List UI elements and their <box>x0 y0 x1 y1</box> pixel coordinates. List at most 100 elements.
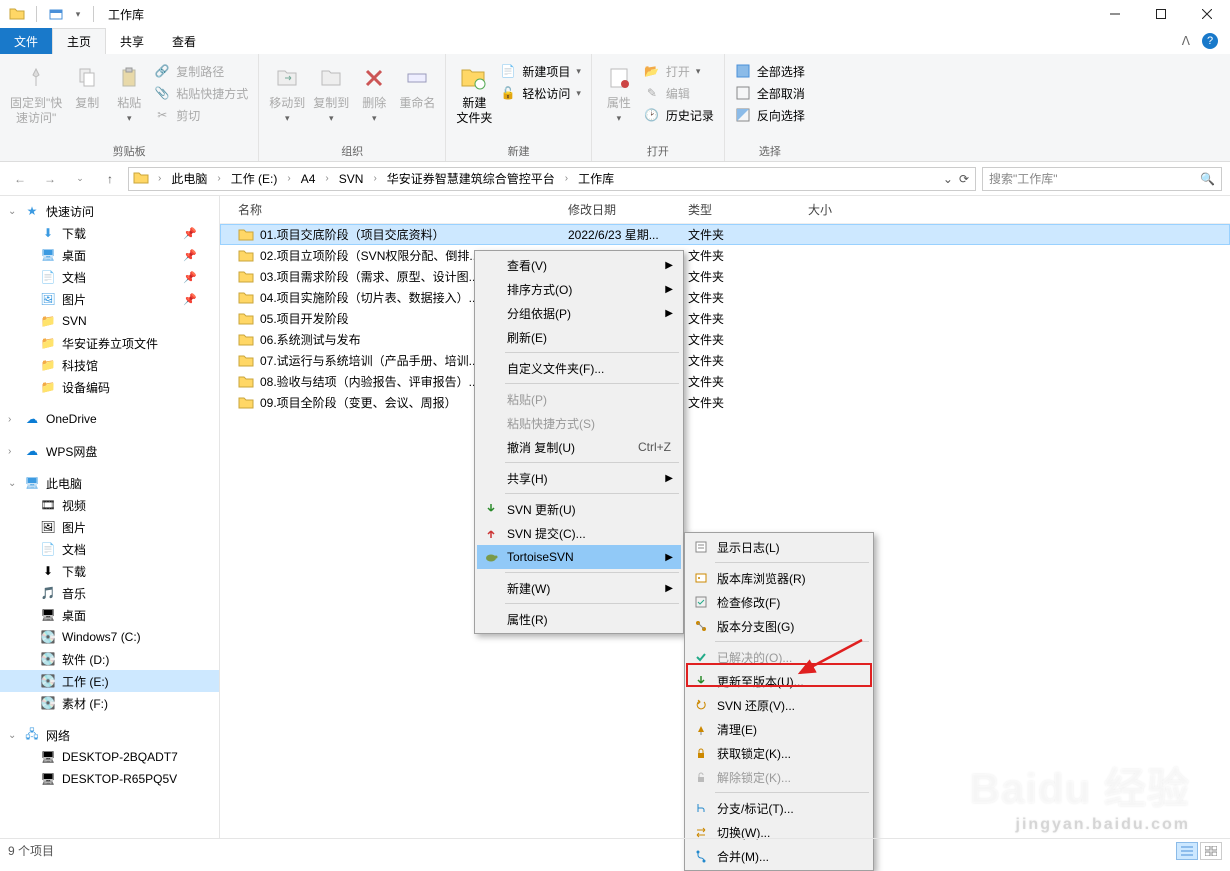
menu-item[interactable]: 清理(E) <box>687 717 871 741</box>
list-item[interactable]: 09.项目全阶段（变更、会议、周报）文件夹 <box>220 392 1230 413</box>
menu-item[interactable]: 版本库浏览器(R) <box>687 566 871 590</box>
nav-net1[interactable]: 🖥DESKTOP-2BQADT7 <box>0 746 219 768</box>
menu-item[interactable]: TortoiseSVN▶ <box>477 545 681 569</box>
open-button[interactable]: 📂打开 <box>640 60 718 82</box>
menu-item[interactable]: 解除锁定(K)... <box>687 765 871 789</box>
history-button[interactable]: 🕑历史记录 <box>640 104 718 126</box>
nav-drive-e[interactable]: 💽工作 (E:) <box>0 670 219 692</box>
nav-huaan[interactable]: 📁华安证券立项文件 <box>0 332 219 354</box>
tab-file[interactable]: 文件 <box>0 28 52 54</box>
nav-videos[interactable]: 🎞视频 <box>0 494 219 516</box>
search-icon[interactable]: 🔍 <box>1200 172 1215 186</box>
menu-item[interactable]: SVN 提交(C)... <box>477 521 681 545</box>
address-bar[interactable]: › 此电脑› 工作 (E:)› A4› SVN› 华安证券智慧建筑综合管控平台›… <box>128 167 976 191</box>
menu-item[interactable]: 获取锁定(K)... <box>687 741 871 765</box>
delete-button[interactable]: 删除 <box>353 60 395 126</box>
menu-item[interactable]: 粘贴(P) <box>477 387 681 411</box>
nav-quick-access[interactable]: ⌄★快速访问 <box>0 200 219 222</box>
minimize-button[interactable] <box>1092 0 1138 28</box>
menu-item[interactable]: 分组依据(P)▶ <box>477 301 681 325</box>
nav-downloads[interactable]: ⬇下载📌 <box>0 222 219 244</box>
nav-keji[interactable]: 📁科技馆 <box>0 354 219 376</box>
context-menu[interactable]: 查看(V)▶排序方式(O)▶分组依据(P)▶刷新(E)自定义文件夹(F)...粘… <box>474 250 684 634</box>
nav-music[interactable]: 🎵音乐 <box>0 582 219 604</box>
menu-item[interactable]: 查看(V)▶ <box>477 253 681 277</box>
list-item[interactable]: 07.试运行与系统培训（产品手册、培训...文件夹 <box>220 350 1230 371</box>
help-button[interactable]: ? <box>1202 33 1218 49</box>
col-type[interactable]: 类型 <box>680 201 800 218</box>
list-item[interactable]: 04.项目实施阶段（切片表、数据接入）...文件夹 <box>220 287 1230 308</box>
select-none-button[interactable]: 全部取消 <box>731 82 809 104</box>
nav-pictures[interactable]: 🖼图片📌 <box>0 288 219 310</box>
list-item[interactable]: 03.项目需求阶段（需求、原型、设计图...文件夹 <box>220 266 1230 287</box>
menu-item[interactable]: 属性(R) <box>477 607 681 631</box>
tortoisesvn-submenu[interactable]: 显示日志(L)版本库浏览器(R)检查修改(F)版本分支图(G)已解决的(O)..… <box>684 532 874 871</box>
new-item-button[interactable]: 📄新建项目 <box>496 60 585 82</box>
easy-access-button[interactable]: 🔓轻松访问 <box>496 82 585 104</box>
list-item[interactable]: 01.项目交底阶段（项目交底资料）2022/6/23 星期...文件夹 <box>220 224 1230 245</box>
nav-drive-c[interactable]: 💽Windows7 (C:) <box>0 626 219 648</box>
nav-downloads2[interactable]: ⬇下载 <box>0 560 219 582</box>
crumb-current[interactable]: 工作库 <box>573 170 619 187</box>
list-item[interactable]: 02.项目立项阶段（SVN权限分配、倒排...文件夹 <box>220 245 1230 266</box>
up-button[interactable]: ↑ <box>98 167 122 191</box>
crumb-drive[interactable]: 工作 (E:) <box>226 170 283 187</box>
maximize-button[interactable] <box>1138 0 1184 28</box>
new-folder-button[interactable]: 新建 文件夹 <box>452 60 496 128</box>
list-item[interactable]: 06.系统测试与发布文件夹 <box>220 329 1230 350</box>
cut-button[interactable]: ✂剪切 <box>150 104 252 126</box>
menu-item[interactable]: 新建(W)▶ <box>477 576 681 600</box>
properties-button[interactable]: 属性 <box>598 60 640 126</box>
qat-dropdown-icon[interactable]: ▾ <box>71 3 85 25</box>
select-all-button[interactable]: 全部选择 <box>731 60 809 82</box>
list-item[interactable]: 05.项目开发阶段文件夹 <box>220 308 1230 329</box>
pin-to-quick-access-button[interactable]: 固定到"快 速访问" <box>6 60 66 128</box>
paste-shortcut-button[interactable]: 📎粘贴快捷方式 <box>150 82 252 104</box>
menu-item[interactable]: 版本分支图(G) <box>687 614 871 638</box>
forward-button[interactable]: → <box>38 167 62 191</box>
nav-net2[interactable]: 🖥DESKTOP-R65PQ5V <box>0 768 219 790</box>
navigation-pane[interactable]: ⌄★快速访问 ⬇下载📌 🖥桌面📌 📄文档📌 🖼图片📌 📁SVN 📁华安证券立项文… <box>0 196 220 838</box>
crumb-project[interactable]: 华安证券智慧建筑综合管控平台 <box>382 170 560 187</box>
menu-item[interactable]: 撤消 复制(U)Ctrl+Z <box>477 435 681 459</box>
menu-item[interactable]: 更新至版本(U)... <box>687 669 871 693</box>
list-item[interactable]: 08.验收与结项（内验报告、评审报告）...文件夹 <box>220 371 1230 392</box>
nav-svn[interactable]: 📁SVN <box>0 310 219 332</box>
menu-item[interactable]: 分支/标记(T)... <box>687 796 871 820</box>
nav-shebei[interactable]: 📁设备编码 <box>0 376 219 398</box>
nav-desktop2[interactable]: 🖥桌面 <box>0 604 219 626</box>
nav-wps[interactable]: ›☁WPS网盘 <box>0 440 219 462</box>
search-input[interactable]: 搜索"工作库" 🔍 <box>982 167 1222 191</box>
recent-dropdown[interactable]: ⌄ <box>68 167 92 191</box>
tab-view[interactable]: 查看 <box>158 28 210 54</box>
copyto-button[interactable]: 复制到 <box>309 60 353 126</box>
details-view-button[interactable] <box>1176 842 1198 860</box>
nav-documents[interactable]: 📄文档📌 <box>0 266 219 288</box>
tab-share[interactable]: 共享 <box>106 28 158 54</box>
moveto-button[interactable]: 移动到 <box>265 60 309 126</box>
tab-home[interactable]: 主页 <box>52 28 106 54</box>
menu-item[interactable]: 共享(H)▶ <box>477 466 681 490</box>
icons-view-button[interactable] <box>1200 842 1222 860</box>
menu-item[interactable]: 检查修改(F) <box>687 590 871 614</box>
col-size[interactable]: 大小 <box>800 201 900 218</box>
menu-item[interactable]: 已解决的(O)... <box>687 645 871 669</box>
qat-icon[interactable] <box>45 3 67 25</box>
crumb-thispc[interactable]: 此电脑 <box>166 170 212 187</box>
col-name[interactable]: 名称 <box>220 201 560 218</box>
rename-button[interactable]: 重命名 <box>395 60 439 113</box>
menu-item[interactable]: SVN 更新(U) <box>477 497 681 521</box>
menu-item[interactable]: 刷新(E) <box>477 325 681 349</box>
paste-button[interactable]: 粘贴 <box>108 60 150 126</box>
menu-item[interactable]: 排序方式(O)▶ <box>477 277 681 301</box>
nav-documents2[interactable]: 📄文档 <box>0 538 219 560</box>
nav-drive-f[interactable]: 💽素材 (F:) <box>0 692 219 714</box>
crumb-a4[interactable]: A4 <box>296 172 321 186</box>
back-button[interactable]: ← <box>8 167 32 191</box>
copy-path-button[interactable]: 🔗复制路径 <box>150 60 252 82</box>
copy-button[interactable]: 复制 <box>66 60 108 113</box>
nav-drive-d[interactable]: 💽软件 (D:) <box>0 648 219 670</box>
col-date[interactable]: 修改日期 <box>560 201 680 218</box>
close-button[interactable] <box>1184 0 1230 28</box>
nav-desktop[interactable]: 🖥桌面📌 <box>0 244 219 266</box>
